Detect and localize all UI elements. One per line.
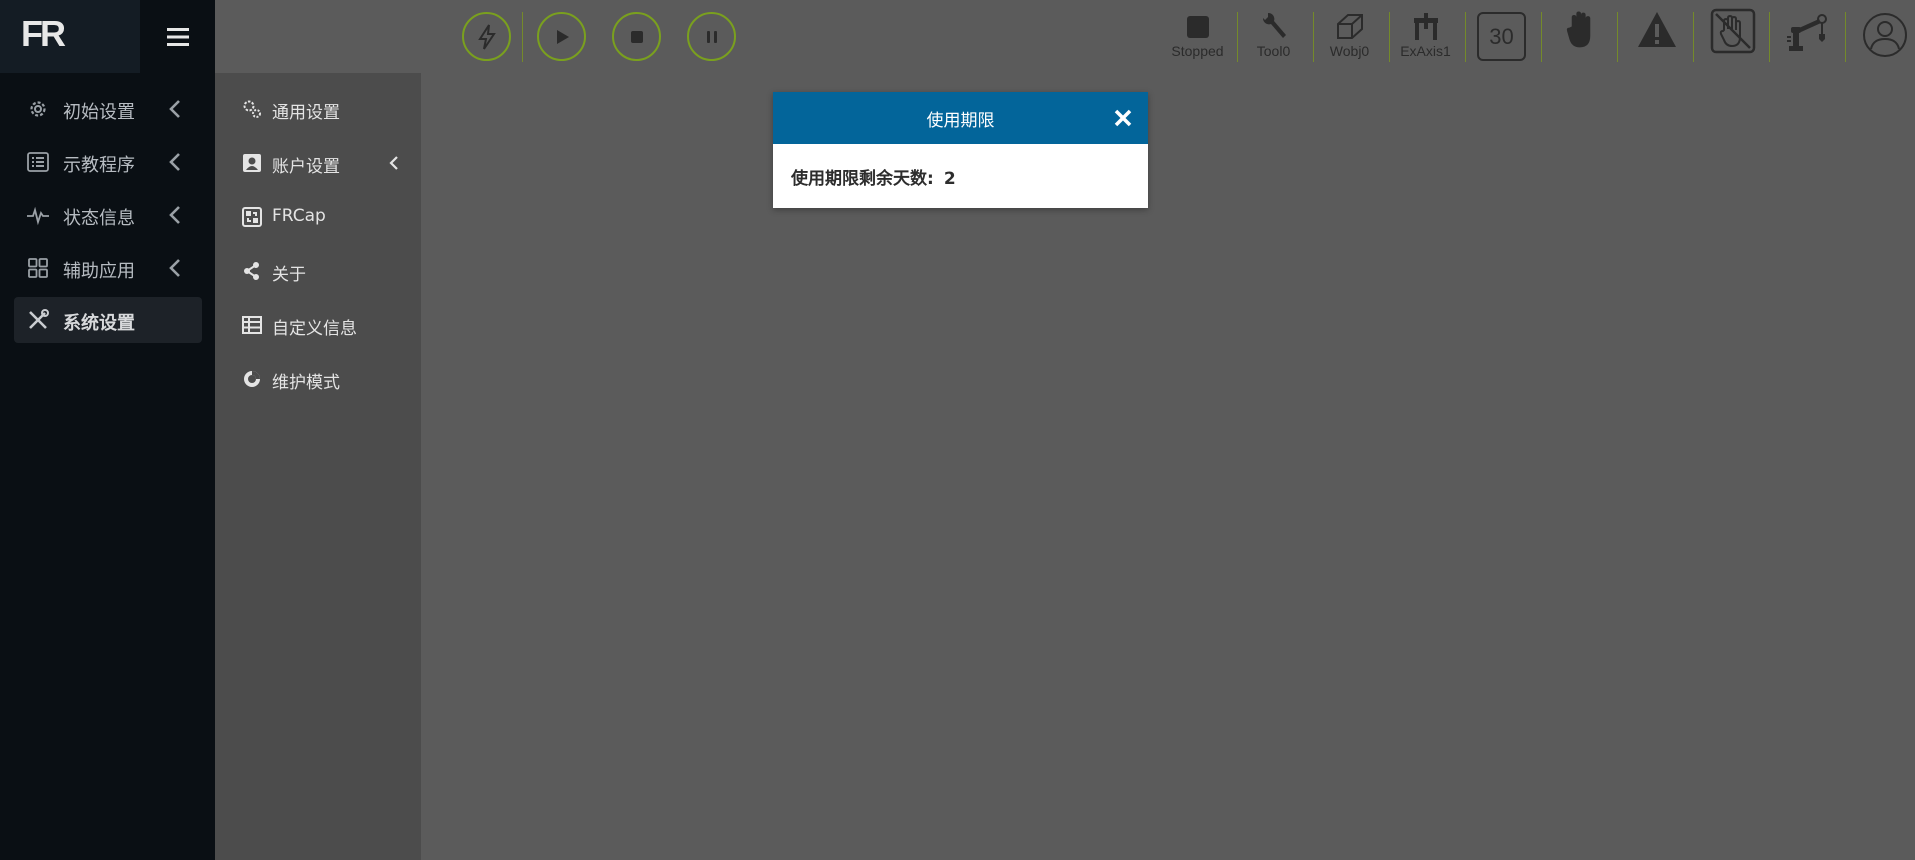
tool-indicator[interactable]: Tool0: [1236, 8, 1311, 66]
collision-detection-button[interactable]: [1695, 8, 1770, 66]
submenu-item-maintenance-mode[interactable]: 维护模式: [215, 357, 421, 401]
nav-item-initial-settings[interactable]: 初始设置: [14, 86, 202, 132]
gears-icon: [243, 100, 261, 118]
toolbar-divider: [522, 12, 523, 62]
dialog-body: 使用期限剩余天数: 2: [791, 164, 956, 189]
toolbar-divider: [1845, 12, 1846, 62]
toolbar-divider: [1465, 12, 1466, 62]
stop-button[interactable]: [612, 12, 661, 61]
user-account-button[interactable]: [1847, 8, 1915, 66]
chevron-left-icon: [169, 206, 180, 224]
chevron-left-icon: [389, 156, 398, 170]
close-icon[interactable]: [1111, 106, 1135, 130]
nav-item-label: 状态信息: [63, 208, 135, 229]
pulse-icon: [27, 206, 49, 226]
submenu-item-custom-info[interactable]: 自定义信息: [215, 303, 421, 347]
nav-item-system-settings[interactable]: 系统设置: [14, 297, 202, 343]
nav-item-auxiliary-apps[interactable]: 辅助应用: [14, 245, 202, 291]
hand-guide-button[interactable]: [1543, 8, 1618, 66]
nav-item-label: 示教程序: [63, 155, 135, 176]
remaining-days-value: 2: [943, 169, 956, 189]
tools-icon: [29, 309, 49, 329]
nav-item-status-info[interactable]: 状态信息: [14, 192, 202, 238]
stopped-square-icon: [1186, 16, 1209, 38]
submenu-item-about[interactable]: 关于: [215, 249, 421, 293]
toolbar-divider: [1617, 12, 1618, 62]
plugin-icon: [242, 207, 262, 227]
enable-button[interactable]: [462, 12, 511, 61]
nav-item-label: 辅助应用: [63, 261, 135, 282]
grid-icon: [28, 258, 48, 278]
account-icon: [243, 154, 261, 172]
hand-off-icon: [1710, 8, 1755, 54]
expiry-dialog: 使用期限 使用期限剩余天数: 2: [773, 92, 1148, 208]
submenu-item-label: 维护模式: [272, 373, 340, 393]
submenu-item-label: 自定义信息: [272, 319, 357, 339]
toolbar-divider: [1769, 12, 1770, 62]
chevron-left-icon: [169, 153, 180, 171]
list-icon: [27, 152, 49, 172]
top-toolbar: Stopped Tool0 Wobj0 ExAxis1 30: [215, 0, 1915, 73]
tool-label: Tool0: [1256, 43, 1291, 59]
submenu-item-label: FRCap: [272, 206, 326, 226]
share-icon: [244, 262, 259, 280]
wobj-indicator[interactable]: Wobj0: [1312, 8, 1387, 66]
nav-item-label: 初始设置: [63, 102, 135, 123]
submenu-item-label: 通用设置: [272, 103, 340, 123]
hamburger-icon: [166, 27, 189, 46]
sidebar: FR 初始设置 示教程序 状态信息 辅助应用 系统设置: [0, 0, 215, 860]
pause-icon: [706, 30, 717, 43]
robot-state-indicator[interactable]: Stopped: [1160, 8, 1235, 66]
warning-icon: [1637, 12, 1676, 47]
dialog-title: 使用期限: [926, 110, 995, 131]
exaxis-indicator[interactable]: ExAxis1: [1388, 8, 1463, 66]
gear-icon: [30, 101, 46, 117]
gantry-icon: [1413, 13, 1438, 40]
menu-toggle-button[interactable]: [140, 0, 215, 73]
stop-icon: [630, 30, 643, 43]
toolbar-divider: [1541, 12, 1542, 62]
pause-button[interactable]: [687, 12, 736, 61]
lightning-icon: [477, 23, 496, 50]
robot-state-label: Stopped: [1171, 43, 1224, 59]
nav-item-label: 系统设置: [63, 313, 135, 334]
robot-arm-button[interactable]: [1771, 8, 1846, 66]
play-icon: [556, 29, 569, 44]
submenu: 通用设置 账户设置 FRCap 关于 自定义信息 维护模式: [215, 73, 421, 860]
chevron-left-icon: [169, 100, 180, 118]
table-icon: [242, 316, 262, 334]
submenu-item-frcap[interactable]: FRCap: [215, 195, 421, 239]
run-button[interactable]: [537, 12, 586, 61]
submenu-item-label: 关于: [272, 265, 306, 285]
wrench-icon: [1262, 12, 1286, 38]
maintenance-icon: [244, 371, 260, 387]
logo: FR: [0, 0, 140, 73]
dialog-header: 使用期限: [773, 92, 1148, 144]
submenu-item-account-settings[interactable]: 账户设置: [215, 141, 421, 185]
wobj-label: Wobj0: [1329, 43, 1370, 59]
exaxis-label: ExAxis1: [1400, 43, 1451, 59]
nav-item-teach-program[interactable]: 示教程序: [14, 139, 202, 185]
user-icon: [1862, 13, 1907, 57]
logo-text: FR: [21, 13, 66, 54]
hand-icon: [1566, 11, 1590, 48]
remaining-days-label: 使用期限剩余天数:: [791, 169, 934, 189]
submenu-item-label: 账户设置: [272, 157, 340, 177]
alarm-button[interactable]: [1619, 8, 1694, 66]
toolbar-divider: [1693, 12, 1694, 62]
speed-indicator[interactable]: 30: [1477, 12, 1526, 61]
cube-icon: [1336, 14, 1363, 39]
robot-arm-icon: [1786, 14, 1827, 51]
chevron-left-icon: [169, 259, 180, 277]
submenu-item-general-settings[interactable]: 通用设置: [215, 87, 421, 131]
